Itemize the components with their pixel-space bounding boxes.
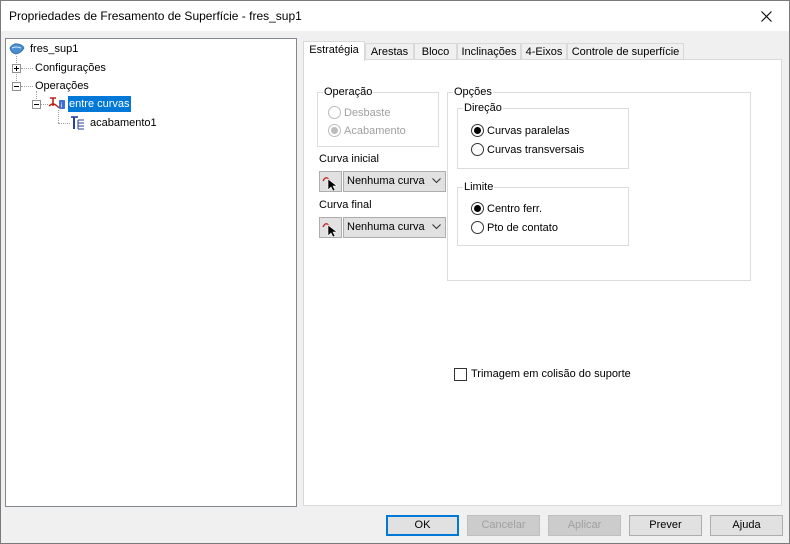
surface-milling-icon: i bbox=[48, 97, 65, 110]
tree-label-operations: Operações bbox=[35, 80, 89, 92]
radio-indicator bbox=[471, 202, 484, 215]
strategy-panel: Operação Desbaste Acabamento Curva inici… bbox=[303, 59, 782, 506]
tree-label-finishing: acabamento1 bbox=[90, 117, 157, 129]
roughing-radio: Desbaste bbox=[328, 105, 428, 121]
radio-indicator bbox=[328, 124, 341, 137]
contact-point-radio[interactable]: Pto de contato bbox=[471, 220, 621, 236]
pick-curve-icon bbox=[322, 223, 338, 237]
window-title: Propriedades de Fresamento de Superfície… bbox=[9, 9, 302, 23]
end-curve-label: Curva final bbox=[319, 199, 372, 211]
collapse-icon[interactable] bbox=[32, 100, 41, 109]
contact-point-label: Pto de contato bbox=[487, 222, 558, 234]
ok-button[interactable]: OK bbox=[386, 515, 459, 536]
radio-indicator bbox=[471, 143, 484, 156]
radio-indicator bbox=[328, 106, 341, 119]
tree-label-configurations: Configurações bbox=[35, 62, 106, 74]
expand-icon[interactable] bbox=[12, 64, 21, 73]
radio-indicator bbox=[471, 124, 484, 137]
options-group-legend: Opções bbox=[454, 86, 492, 98]
tool-center-label: Centro ferr. bbox=[487, 203, 543, 215]
tree-item-finishing[interactable]: acabamento1 bbox=[6, 115, 286, 131]
tree-item-root[interactable]: fres_sup1 bbox=[8, 41, 288, 57]
parallel-curves-label: Curvas paralelas bbox=[487, 125, 570, 137]
close-button[interactable] bbox=[743, 1, 789, 31]
tree-item-operation[interactable]: i entre curvas bbox=[6, 96, 286, 112]
trim-support-checkbox[interactable]: Trimagem em colisão do suporte bbox=[454, 367, 654, 383]
roughing-label: Desbaste bbox=[344, 107, 391, 119]
end-curve-value: Nenhuma curva bbox=[347, 221, 425, 233]
start-curve-value: Nenhuma curva bbox=[347, 175, 425, 187]
dialog-window: Propriedades de Fresamento de Superfície… bbox=[0, 0, 790, 544]
operation-group-legend: Operação bbox=[324, 86, 373, 98]
limit-group-legend: Limite bbox=[464, 181, 494, 193]
trim-support-label: Trimagem em colisão do suporte bbox=[471, 368, 631, 380]
apply-button[interactable]: Aplicar bbox=[548, 515, 621, 536]
help-button[interactable]: Ajuda bbox=[710, 515, 783, 536]
collapse-icon[interactable] bbox=[12, 82, 21, 91]
tool-path-icon bbox=[71, 116, 84, 130]
finishing-label: Acabamento bbox=[344, 125, 406, 137]
preview-button[interactable]: Prever bbox=[629, 515, 702, 536]
transverse-curves-radio[interactable]: Curvas transversais bbox=[471, 142, 621, 158]
end-curve-pick-button[interactable] bbox=[319, 217, 342, 238]
part-icon bbox=[9, 43, 25, 55]
tree-label-operation: entre curvas bbox=[68, 96, 131, 112]
finishing-radio: Acabamento bbox=[328, 123, 428, 139]
start-curve-label: Curva inicial bbox=[319, 153, 379, 165]
tab-strategy[interactable]: Estratégia bbox=[303, 41, 365, 61]
checkbox-indicator bbox=[454, 368, 467, 381]
title-bar: Propriedades de Fresamento de Superfície… bbox=[1, 1, 789, 31]
tree-item-operations[interactable]: Operações bbox=[6, 78, 286, 94]
tree-item-configurations[interactable]: Configurações bbox=[6, 60, 286, 76]
chevron-down-icon bbox=[432, 224, 441, 230]
close-icon bbox=[760, 10, 772, 22]
tree-label-root: fres_sup1 bbox=[30, 43, 79, 55]
end-curve-select[interactable]: Nenhuma curva bbox=[343, 217, 446, 238]
transverse-curves-label: Curvas transversais bbox=[487, 144, 585, 156]
radio-indicator bbox=[471, 221, 484, 234]
start-curve-select[interactable]: Nenhuma curva bbox=[343, 171, 446, 192]
tool-center-radio[interactable]: Centro ferr. bbox=[471, 201, 621, 217]
parallel-curves-radio[interactable]: Curvas paralelas bbox=[471, 123, 621, 139]
direction-group-legend: Direção bbox=[464, 102, 502, 114]
operations-tree[interactable]: fres_sup1 Configurações Operações i entr… bbox=[5, 38, 297, 507]
cancel-button[interactable]: Cancelar bbox=[467, 515, 540, 536]
pick-curve-icon bbox=[322, 177, 338, 191]
start-curve-pick-button[interactable] bbox=[319, 171, 342, 192]
chevron-down-icon bbox=[432, 178, 441, 184]
